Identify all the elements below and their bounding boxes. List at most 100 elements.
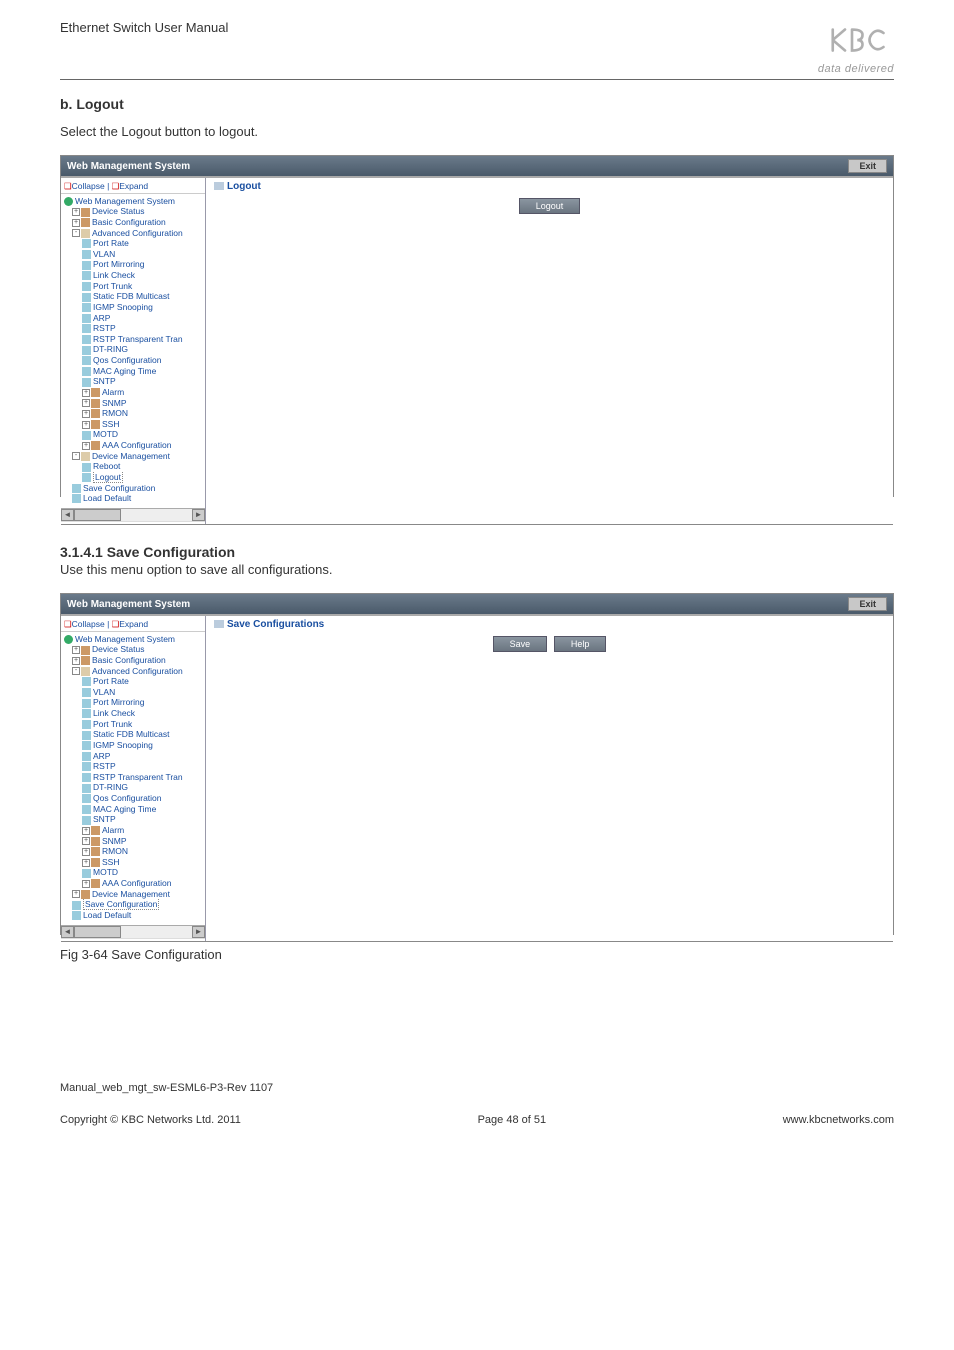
scroll-left-icon[interactable]: ◄ xyxy=(61,926,74,938)
expand-icon[interactable]: + xyxy=(72,657,80,665)
tree-port-trunk[interactable]: Port Trunk xyxy=(93,719,132,729)
tree-snmp[interactable]: SNMP xyxy=(102,398,127,408)
tree-adv-config[interactable]: Advanced Configuration xyxy=(92,228,183,238)
tree-rstp[interactable]: RSTP xyxy=(93,323,116,333)
help-button[interactable]: Help xyxy=(554,636,607,652)
tree-dt-ring[interactable]: DT-RING xyxy=(93,344,128,354)
expand-icon[interactable]: + xyxy=(72,219,80,227)
content-panel-logout: Logout Logout xyxy=(206,178,893,524)
tree-qos[interactable]: Qos Configuration xyxy=(93,793,162,803)
collapse-icon[interactable]: - xyxy=(72,452,80,460)
expand-icon[interactable]: + xyxy=(72,208,80,216)
tree-device-mgmt[interactable]: Device Management xyxy=(92,889,170,899)
page-icon xyxy=(82,463,91,472)
tree-alarm[interactable]: Alarm xyxy=(102,825,124,835)
tree-motd[interactable]: MOTD xyxy=(93,867,118,877)
logout-button[interactable]: Logout xyxy=(519,198,581,214)
exit-button[interactable]: Exit xyxy=(848,597,887,611)
expand-link[interactable]: Expand xyxy=(119,181,148,191)
tree-reboot[interactable]: Reboot xyxy=(93,461,120,471)
expand-icon[interactable]: + xyxy=(82,859,90,867)
tree-hscroll[interactable]: ◄► xyxy=(61,925,205,939)
tree-save-config[interactable]: Save Configuration xyxy=(83,483,155,493)
page-icon xyxy=(82,773,91,782)
page-icon xyxy=(82,239,91,248)
tree-basic-config[interactable]: Basic Configuration xyxy=(92,655,166,665)
collapse-icon[interactable]: - xyxy=(72,667,80,675)
tree-port-rate[interactable]: Port Rate xyxy=(93,676,129,686)
tree-device-status[interactable]: Device Status xyxy=(92,644,144,654)
expand-icon[interactable]: + xyxy=(82,442,90,450)
exit-button[interactable]: Exit xyxy=(848,159,887,173)
section-b-heading: b. Logout xyxy=(60,96,894,112)
tree-motd[interactable]: MOTD xyxy=(93,429,118,439)
tree-rmon[interactable]: RMON xyxy=(102,408,128,418)
tree-load-default[interactable]: Load Default xyxy=(83,493,131,503)
tree-basic-config[interactable]: Basic Configuration xyxy=(92,217,166,227)
header-divider xyxy=(60,79,894,80)
tree-aaa[interactable]: AAA Configuration xyxy=(102,440,171,450)
expand-icon[interactable]: + xyxy=(82,399,90,407)
tree-device-mgmt[interactable]: Device Management xyxy=(92,451,170,461)
tree-port-mirroring[interactable]: Port Mirroring xyxy=(93,259,144,269)
tree-hscroll[interactable]: ◄► xyxy=(61,508,205,522)
tree-rstp-trans[interactable]: RSTP Transparent Tran xyxy=(93,772,183,782)
expand-icon[interactable]: + xyxy=(82,827,90,835)
tree-arp[interactable]: ARP xyxy=(93,313,110,323)
footer-page: Page 48 of 51 xyxy=(478,1114,547,1126)
expand-icon[interactable]: + xyxy=(82,389,90,397)
tree-vlan[interactable]: VLAN xyxy=(93,687,115,697)
expand-icon[interactable]: + xyxy=(72,890,80,898)
scroll-right-icon[interactable]: ► xyxy=(192,509,205,521)
tree-port-trunk[interactable]: Port Trunk xyxy=(93,281,132,291)
tree-load-default[interactable]: Load Default xyxy=(83,910,131,920)
tree-save-config[interactable]: Save Configuration xyxy=(83,899,159,910)
collapse-icon[interactable]: - xyxy=(72,229,80,237)
tree-dt-ring[interactable]: DT-RING xyxy=(93,782,128,792)
collapse-link[interactable]: Collapse xyxy=(72,181,105,191)
tree-static-fdb[interactable]: Static FDB Multicast xyxy=(93,291,170,301)
tree-static-fdb[interactable]: Static FDB Multicast xyxy=(93,729,170,739)
expand-icon[interactable]: + xyxy=(82,837,90,845)
expand-icon[interactable]: + xyxy=(82,410,90,418)
expand-icon[interactable]: + xyxy=(82,848,90,856)
scroll-left-icon[interactable]: ◄ xyxy=(61,509,74,521)
tree-qos[interactable]: Qos Configuration xyxy=(93,355,162,365)
tree-root[interactable]: Web Management System xyxy=(75,196,175,206)
expand-icon[interactable]: + xyxy=(82,880,90,888)
tree-rstp-trans[interactable]: RSTP Transparent Tran xyxy=(93,334,183,344)
tree-mac-aging[interactable]: MAC Aging Time xyxy=(93,366,156,376)
tree-arp[interactable]: ARP xyxy=(93,751,110,761)
tree-vlan[interactable]: VLAN xyxy=(93,249,115,259)
tree-mac-aging[interactable]: MAC Aging Time xyxy=(93,804,156,814)
tree-alarm[interactable]: Alarm xyxy=(102,387,124,397)
expand-icon[interactable]: + xyxy=(82,421,90,429)
tree-root[interactable]: Web Management System xyxy=(75,634,175,644)
tree-sntp[interactable]: SNTP xyxy=(93,376,116,386)
tree-port-rate[interactable]: Port Rate xyxy=(93,238,129,248)
tree-port-mirroring[interactable]: Port Mirroring xyxy=(93,697,144,707)
expand-icon[interactable]: + xyxy=(72,646,80,654)
tree-link-check[interactable]: Link Check xyxy=(93,270,135,280)
collapse-link[interactable]: Collapse xyxy=(72,619,105,629)
tree-ssh[interactable]: SSH xyxy=(102,419,119,429)
tree-ssh[interactable]: SSH xyxy=(102,857,119,867)
scroll-right-icon[interactable]: ► xyxy=(192,926,205,938)
folder-open-icon xyxy=(81,452,90,461)
expand-link[interactable]: Expand xyxy=(119,619,148,629)
tree-logout[interactable]: Logout xyxy=(93,472,123,483)
tree-device-status[interactable]: Device Status xyxy=(92,206,144,216)
content-panel-save: Save Configurations Save Help xyxy=(206,616,893,941)
page-icon xyxy=(82,303,91,312)
tree-snmp[interactable]: SNMP xyxy=(102,836,127,846)
tree-rstp[interactable]: RSTP xyxy=(93,761,116,771)
tree-aaa[interactable]: AAA Configuration xyxy=(102,878,171,888)
tree-rmon[interactable]: RMON xyxy=(102,846,128,856)
tree-igmp[interactable]: IGMP Snooping xyxy=(93,740,153,750)
page-icon xyxy=(72,911,81,920)
tree-igmp[interactable]: IGMP Snooping xyxy=(93,302,153,312)
tree-link-check[interactable]: Link Check xyxy=(93,708,135,718)
save-button[interactable]: Save xyxy=(493,636,548,652)
tree-sntp[interactable]: SNTP xyxy=(93,814,116,824)
tree-adv-config[interactable]: Advanced Configuration xyxy=(92,666,183,676)
